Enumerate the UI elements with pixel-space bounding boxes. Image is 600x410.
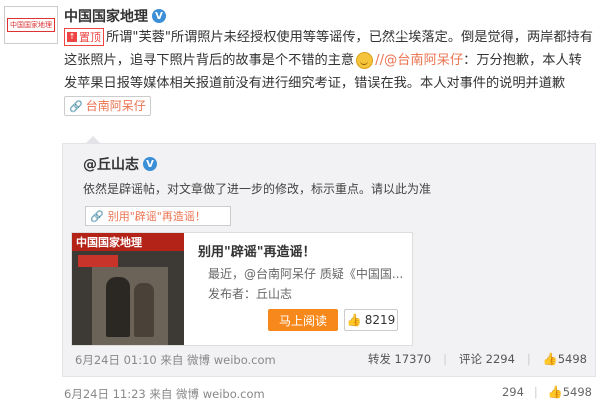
card-like-button[interactable]: 👍 8219 <box>344 309 398 331</box>
quote-author-name[interactable]: @丘山志 <box>83 154 139 174</box>
reposted-weibo: @丘山志 V 依然是辟谣帖，对文章做了进一步的修改，标示重点。请以此为准 🔗 别… <box>62 136 596 377</box>
post-body: ↑ 置顶 所谓"芙蓉"所谓照片未经授权使用等等谣传，已然尘埃落定。倒是觉得，两岸都持… <box>64 26 594 118</box>
quote-like-button[interactable]: 👍5498 <box>543 352 587 366</box>
card-like-count: 8219 <box>364 313 396 327</box>
magazine-cover-title: 中国国家地理 <box>72 233 184 251</box>
quote-comment-button[interactable]: 评论 2294 <box>459 351 515 367</box>
divider: | <box>526 352 531 366</box>
avatar-logo-text: 中国国家地理 <box>7 18 55 32</box>
divider: | <box>443 352 447 366</box>
quote-repost-button[interactable]: 转发 17370 <box>368 351 431 367</box>
mention-link[interactable]: //@台南阿呆仔 <box>375 53 463 68</box>
author-header: 中国国家地理 V <box>64 6 166 26</box>
thumbs-up-icon: 👍 <box>547 385 563 399</box>
article-link-tag[interactable]: 🔗 台南阿呆仔 <box>64 96 151 116</box>
pinned-badge: ↑ 置顶 <box>64 28 104 46</box>
thumbs-up-icon: 👍 <box>542 352 558 366</box>
post-actions: 294 | 👍5498 <box>502 385 592 399</box>
post-timestamp-source: 6月24日 11:23 来自 微博 weibo.com <box>64 387 265 401</box>
author-name[interactable]: 中国国家地理 <box>64 6 148 26</box>
post-like-button[interactable]: 👍5498 <box>548 385 592 399</box>
quote-header: @丘山志 V <box>83 154 157 174</box>
quote-link-icon: 🔗 <box>90 209 104 223</box>
pinned-label: 置顶 <box>79 30 101 44</box>
magazine-cover-image[interactable]: 中国国家地理 <box>72 233 184 345</box>
quote-link-label: 别用"辟谣"再造谣！ <box>107 210 206 223</box>
cover-figure-2 <box>134 283 154 337</box>
link-icon: 🔗 <box>69 99 83 113</box>
read-now-button[interactable]: 马上阅读 <box>268 309 338 331</box>
divider: | <box>533 385 538 399</box>
thumbs-up-icon: 👍 <box>346 313 362 327</box>
cover-figure <box>106 277 130 337</box>
post-count-button[interactable]: 294 <box>502 385 524 399</box>
quote-timestamp-source: 6月24日 01:10 来自 微博 weibo.com <box>75 353 276 367</box>
quote-verified-icon: V <box>143 157 157 171</box>
author-avatar[interactable]: 中国国家地理 <box>4 6 58 44</box>
quote-link-tag[interactable]: 🔗 别用"辟谣"再造谣！ <box>85 206 231 226</box>
quote-text: 依然是辟谣帖，对文章做了进一步的修改，标示重点。请以此为准 <box>83 182 432 196</box>
magazine-cover-band <box>78 255 118 267</box>
post-like-count: 5498 <box>562 385 592 399</box>
quote-like-count: 5498 <box>557 352 587 366</box>
quote-arrow <box>85 136 101 144</box>
card-description: 最近，@台南阿呆仔 质疑《中国国... <box>208 267 404 281</box>
pin-icon: ↑ <box>67 32 77 42</box>
smile-emoji-icon <box>356 51 374 69</box>
quote-actions: 转发 17370 | 评论 2294 | 👍5498 <box>368 351 587 367</box>
card-publisher: 发布者：丘山志 <box>208 287 293 301</box>
article-card[interactable]: 中国国家地理 别用"辟谣"再造谣！ 最近，@台南阿呆仔 质疑《中国国... 发布… <box>71 232 413 346</box>
magazine-cover-photo <box>92 267 168 345</box>
card-title[interactable]: 别用"辟谣"再造谣！ <box>198 241 316 260</box>
article-link-label: 台南阿呆仔 <box>85 98 146 113</box>
verified-icon: V <box>152 9 166 23</box>
